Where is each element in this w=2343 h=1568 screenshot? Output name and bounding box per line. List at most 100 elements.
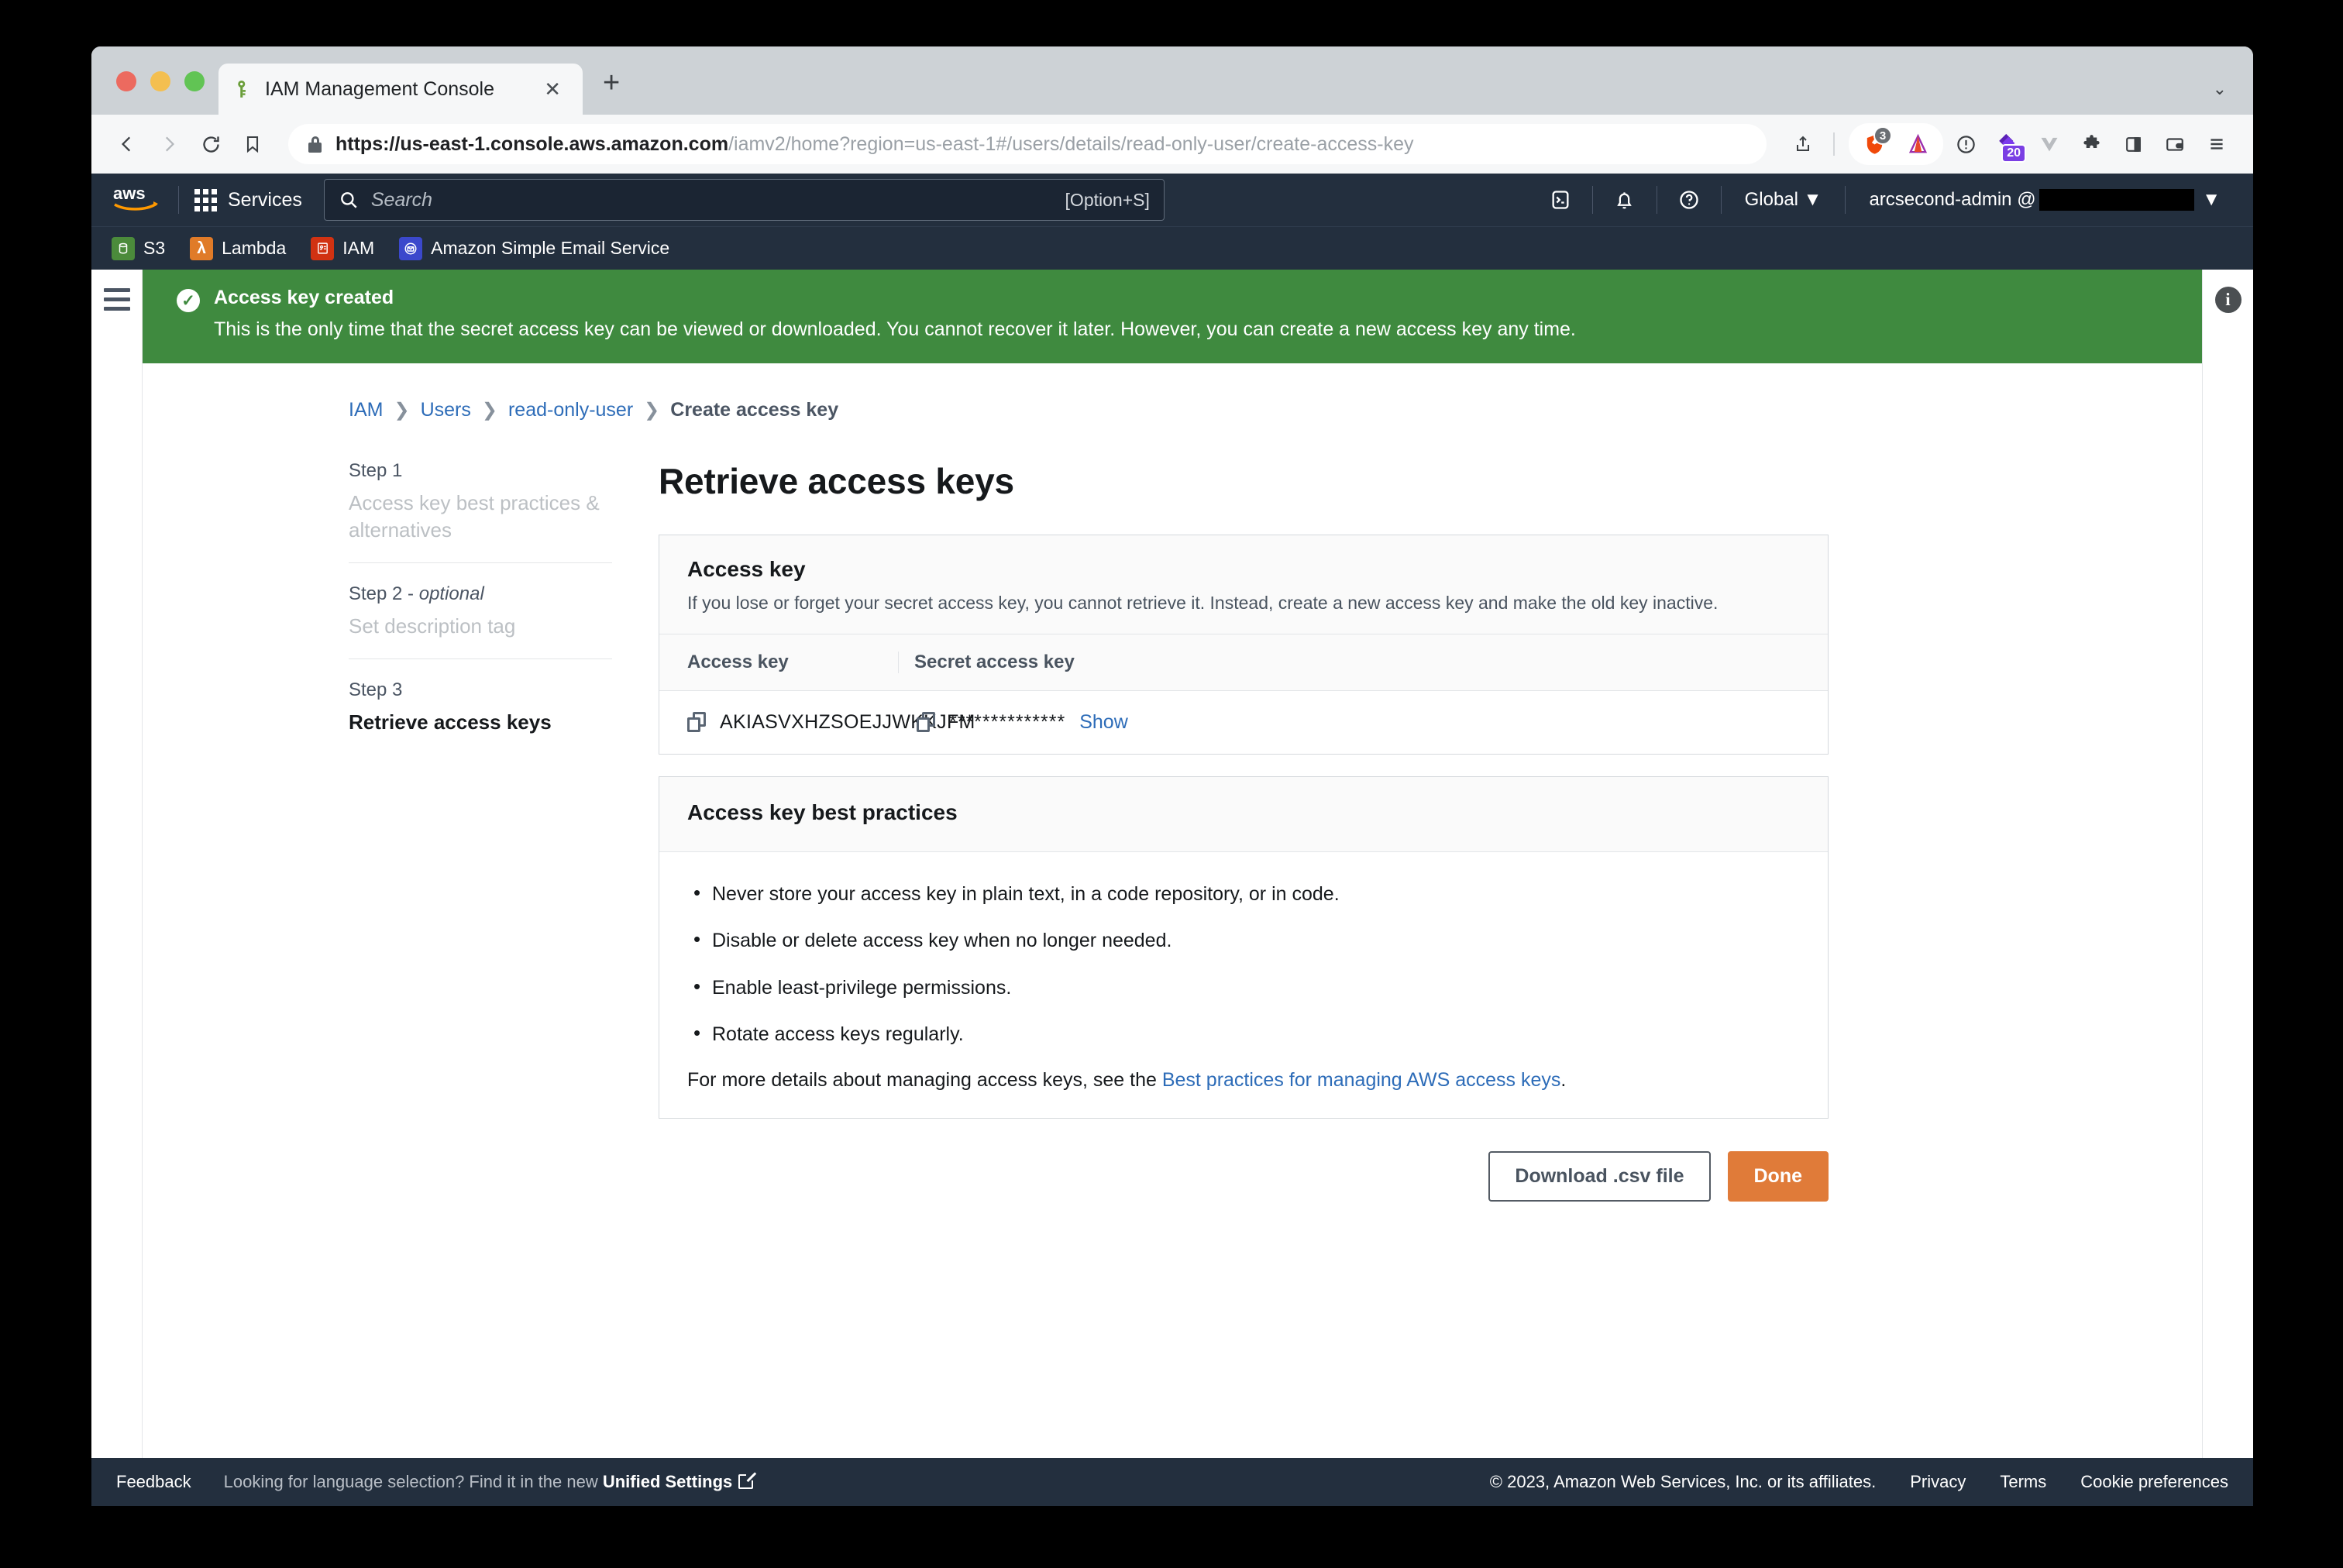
chevron-down-icon[interactable]: ⌄ [2213, 79, 2227, 99]
toolbar-icons: 3 20 [1784, 123, 2236, 165]
access-key-card: Access key If you lose or forget your se… [659, 534, 1829, 755]
panel-column: Retrieve access keys Access key If you l… [659, 460, 1829, 1202]
maximize-window-button[interactable] [184, 71, 205, 91]
best-practices-body: Never store your access key in plain tex… [659, 852, 1828, 1118]
vue-devtools-icon[interactable] [2030, 125, 2069, 163]
aws-favorites-bar: S3 λ Lambda IAM Amazon Simple Email Serv… [91, 226, 2253, 270]
aws-logo[interactable]: aws [112, 183, 161, 218]
step-label: Access key best practices & alternatives [349, 490, 600, 542]
wizard-step-3: Step 3 Retrieve access keys [349, 658, 612, 755]
bell-icon[interactable] [1604, 179, 1646, 221]
feedback-link[interactable]: Feedback [116, 1472, 191, 1492]
footer-suffix-text: . [1560, 1068, 1567, 1091]
services-menu-button[interactable]: Services [190, 188, 307, 211]
brave-rewards-icon[interactable] [1898, 125, 1937, 163]
help-icon[interactable] [1668, 179, 1710, 221]
footer-left: Feedback Looking for language selection?… [116, 1470, 757, 1492]
services-label: Services [228, 188, 302, 211]
info-icon[interactable]: i [2214, 287, 2242, 313]
breadcrumb-item-iam[interactable]: IAM [349, 399, 383, 421]
key-icon [234, 79, 254, 99]
forward-button[interactable] [150, 126, 188, 163]
step-number: Step 2 - optional [349, 583, 484, 604]
list-item: Never store your access key in plain tex… [687, 880, 1800, 907]
reload-button[interactable] [192, 126, 229, 163]
shields-blocked-count: 3 [1873, 126, 1892, 145]
search-input[interactable]: Search [Option+S] [323, 179, 1165, 221]
show-secret-link[interactable]: Show [1079, 711, 1128, 734]
step-label-active: Retrieve access keys [349, 710, 552, 734]
copy-icon[interactable] [687, 712, 706, 733]
column-header-access-key: Access key [687, 651, 789, 672]
sidebar-icon[interactable] [2114, 125, 2152, 163]
toolbar-divider [1833, 132, 1835, 156]
minimize-window-button[interactable] [150, 71, 170, 91]
brave-shields-icon[interactable]: 3 [1855, 125, 1894, 163]
extension-purple-icon[interactable]: 20 [1988, 125, 2027, 163]
breadcrumb-item-users[interactable]: Users [421, 399, 471, 421]
secret-access-key-masked: ************** [949, 710, 1066, 733]
done-button[interactable]: Done [1727, 1150, 1829, 1202]
search-icon [341, 192, 357, 208]
terms-link[interactable]: Terms [2000, 1472, 2046, 1492]
lambda-icon: λ [190, 236, 214, 260]
list-item: Enable least-privilege permissions. [687, 974, 1800, 1001]
wizard-steps: Step 1 Access key best practices & alter… [349, 460, 659, 1202]
bookmark-icon[interactable] [234, 126, 271, 163]
hamburger-icon[interactable] [103, 288, 130, 1458]
desktop-background: IAM Management Console ✕ + ⌄ https://us-… [0, 0, 2343, 1568]
secret-access-key-cell: ************** Show [898, 711, 1800, 734]
browser-toolbar: https://us-east-1.console.aws.amazon.com… [91, 115, 2253, 174]
favorite-ses[interactable]: Amazon Simple Email Service [399, 236, 670, 260]
best-practices-card: Access key best practices Never store yo… [659, 775, 1829, 1119]
grid-icon [194, 188, 217, 211]
best-practices-card-header: Access key best practices [659, 776, 1828, 852]
access-key-card-title: Access key [687, 556, 806, 581]
favorite-label: S3 [143, 238, 166, 258]
favorite-label: IAM [342, 238, 375, 258]
favorite-s3[interactable]: S3 [112, 236, 166, 260]
password-manager-icon[interactable] [1946, 125, 1985, 163]
access-key-table-header: Access key Secret access key [659, 634, 1828, 691]
new-tab-button[interactable]: + [603, 68, 620, 98]
search-placeholder: Search [370, 188, 433, 211]
column-header-secret-access-key: Secret access key [898, 651, 1800, 673]
unified-settings-link[interactable]: Unified Settings [603, 1472, 732, 1491]
nav-divider [1845, 186, 1846, 214]
close-tab-button[interactable]: ✕ [538, 76, 567, 102]
close-window-button[interactable] [116, 71, 136, 91]
aws-top-nav: aws Services Search [Option+S] Global ▼ … [91, 174, 2253, 226]
back-button[interactable] [108, 126, 146, 163]
redacted-account-id [2039, 189, 2194, 211]
download-csv-button[interactable]: Download .csv file [1488, 1150, 1711, 1202]
cloudshell-icon[interactable] [1540, 179, 1581, 221]
list-item: Rotate access keys regularly. [687, 1020, 1800, 1047]
footer-prefix-text: For more details about managing access k… [687, 1068, 1162, 1091]
language-notice: Looking for language selection? Find it … [224, 1470, 757, 1492]
brave-wallet-icon[interactable] [2155, 125, 2194, 163]
share-icon[interactable] [1784, 125, 1822, 163]
breadcrumb-item-user[interactable]: read-only-user [508, 399, 633, 421]
address-bar[interactable]: https://us-east-1.console.aws.amazon.com… [288, 124, 1767, 164]
info-panel-rail: i [2202, 270, 2253, 1458]
best-practices-list: Never store your access key in plain tex… [687, 880, 1800, 1047]
best-practices-footer: For more details about managing access k… [687, 1069, 1800, 1092]
browser-window: IAM Management Console ✕ + ⌄ https://us-… [91, 46, 2253, 1506]
cookie-preferences-link[interactable]: Cookie preferences [2080, 1472, 2228, 1492]
step-number: Step 3 [349, 679, 403, 701]
external-link-icon [738, 1470, 757, 1489]
step-label: Set description tag [349, 614, 516, 638]
best-practices-link[interactable]: Best practices for managing AWS access k… [1162, 1069, 1561, 1091]
favorite-iam[interactable]: IAM [311, 236, 375, 260]
copy-icon[interactable] [917, 712, 935, 733]
favorite-label: Amazon Simple Email Service [431, 238, 670, 258]
privacy-link[interactable]: Privacy [1910, 1472, 1966, 1492]
window-controls [91, 71, 205, 115]
region-selector[interactable]: Global ▼ [1732, 189, 1835, 211]
browser-menu-icon[interactable] [2197, 125, 2236, 163]
browser-tab[interactable]: IAM Management Console ✕ [218, 64, 583, 115]
favorite-lambda[interactable]: λ Lambda [190, 236, 286, 260]
aws-console-page: aws Services Search [Option+S] Global ▼ … [91, 174, 2253, 1506]
extensions-puzzle-icon[interactable] [2072, 125, 2111, 163]
account-menu[interactable]: arcsecond-admin @ ▼ [1856, 189, 2233, 211]
